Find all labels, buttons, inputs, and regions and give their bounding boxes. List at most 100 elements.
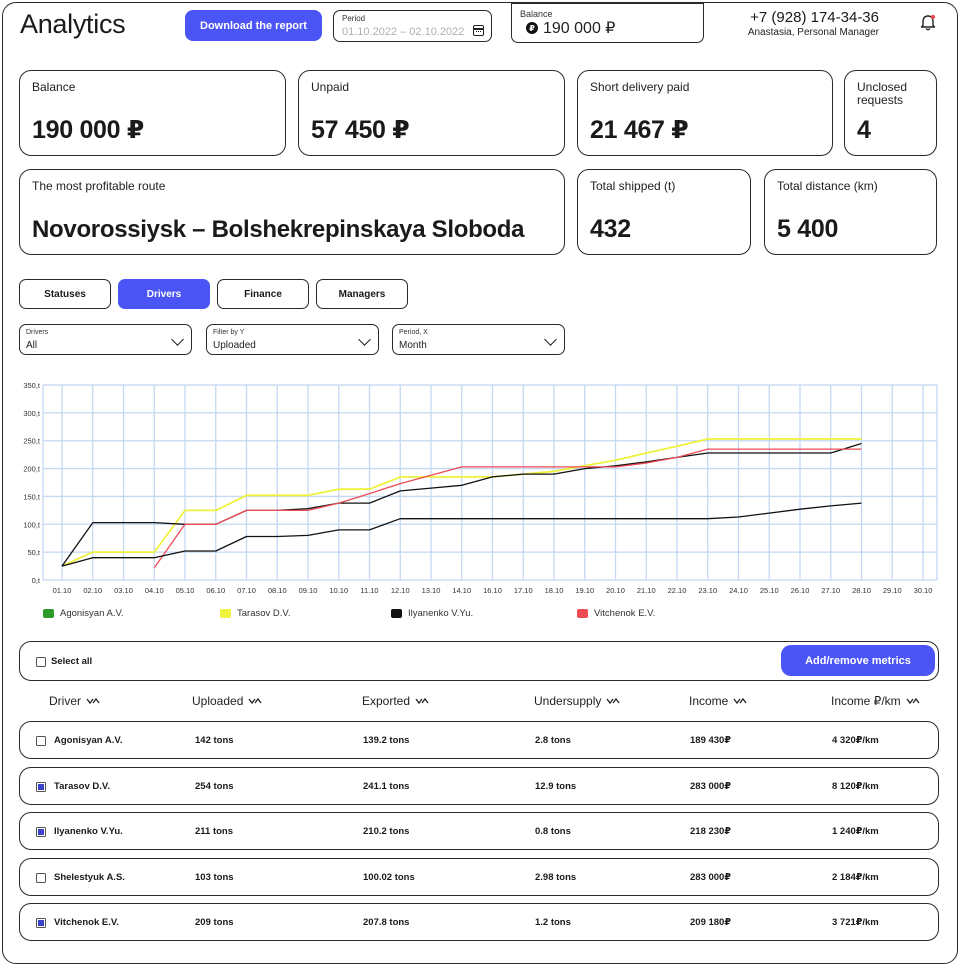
cell-driver: Shelestyuk A.S. <box>54 871 125 883</box>
period-x-value: Month <box>399 340 427 351</box>
cell-exported: 100.02 tons <box>363 871 415 883</box>
balance-card: Balance 190 000 ₽ <box>19 70 286 156</box>
ruble-coin-icon: ₽ <box>526 22 538 34</box>
x-tick-label: 23.10 <box>698 586 717 595</box>
column-header-uploaded[interactable]: Uploaded <box>192 694 262 708</box>
unclosed-requests-value: 4 <box>857 116 871 144</box>
x-tick-label: 17.10 <box>514 586 533 595</box>
sort-icon[interactable] <box>606 697 620 705</box>
filter-y-label: Filter by Y <box>213 329 245 336</box>
cell-undersupply: 1.2 tons <box>535 917 571 928</box>
row-checkbox[interactable] <box>36 736 46 746</box>
sort-icon[interactable] <box>248 697 262 705</box>
period-label: Period <box>342 14 366 23</box>
legend-swatch <box>43 609 54 618</box>
download-report-button[interactable]: Download the report <box>185 10 322 41</box>
table-toolbar: Select all Add/remove metrics <box>19 641 939 681</box>
table-row[interactable]: Tarasov D.V. 254 tons 241.1 tons 12.9 tons 2… <box>19 766 939 805</box>
period-picker[interactable]: Period 01.10.2022 – 02.10.2022 <box>333 10 492 42</box>
cell-driver: Tarasov D.V. <box>54 780 110 792</box>
drivers-select-label: Drivers <box>26 329 49 336</box>
cell-exported: 241.1 tons <box>363 780 410 792</box>
drivers-select[interactable]: Drivers All <box>19 324 192 355</box>
total-shipped-card: Total shipped (t) 432 <box>577 169 751 255</box>
x-tick-label: 01.10 <box>53 586 72 595</box>
unclosed-requests-card: Unclosed requests 4 <box>844 70 937 156</box>
sort-icon[interactable] <box>415 697 429 705</box>
legend-label: Ilyanenko V.Yu. <box>408 608 474 619</box>
manager-phone[interactable]: +7 (928) 174-34-36 <box>750 9 879 26</box>
column-header-undersupply[interactable]: Undersupply <box>534 694 620 708</box>
tab-managers[interactable]: Managers <box>316 279 408 309</box>
unpaid-card-label: Unpaid <box>311 80 350 94</box>
row-checkbox[interactable] <box>36 781 46 792</box>
chevron-down-icon <box>358 333 371 346</box>
sort-icon[interactable] <box>733 697 747 705</box>
table-row[interactable]: Vitchenok E.V. 209 tons 207.8 tons 1.2 tons… <box>19 903 939 941</box>
cell-driver: Agonisyan A.V. <box>54 735 123 746</box>
x-tick-label: 13.10 <box>422 586 441 595</box>
x-tick-label: 08.10 <box>268 586 287 595</box>
calendar-icon[interactable] <box>473 25 484 36</box>
table-row[interactable]: Shelestyuk A.S. 103 tons 100.02 tons 2.98 t… <box>19 857 939 896</box>
x-tick-label: 21.10 <box>637 586 656 595</box>
sort-icon[interactable] <box>86 697 100 705</box>
drivers-line-chart: 0,t 50,t 100,t 150,t 200,t 250,t 300,t 350,t 01.… <box>23 381 938 595</box>
add-remove-metrics-button[interactable]: Add/remove metrics <box>781 645 935 676</box>
x-tick-label: 20.10 <box>606 586 625 595</box>
filter-y-select[interactable]: Filter by Y Uploaded <box>206 324 379 355</box>
x-tick-label: 10.10 <box>329 586 348 595</box>
short-delivery-value: 21 467 ₽ <box>590 116 689 144</box>
x-tick-label: 09.10 <box>299 586 318 595</box>
cell-exported: 139.2 tons <box>363 735 410 746</box>
x-tick-label: 22.10 <box>668 586 687 595</box>
select-all-checkbox[interactable]: Select all <box>36 656 92 667</box>
column-header-exported[interactable]: Exported <box>362 694 429 708</box>
column-header-income[interactable]: Income <box>689 694 747 708</box>
cell-uploaded: 142 tons <box>195 735 234 746</box>
cell-exported: 207.8 tons <box>363 917 410 928</box>
tab-statuses[interactable]: Statuses <box>19 279 111 309</box>
column-header-income-per-km[interactable]: Income ₽/km <box>831 694 920 708</box>
x-tick-label: 14.10 <box>452 586 471 595</box>
chevron-down-icon <box>171 333 184 346</box>
row-checkbox[interactable] <box>36 918 46 928</box>
tab-finance[interactable]: Finance <box>217 279 309 309</box>
cell-income: 283 000₽ <box>690 871 731 883</box>
table-row[interactable]: Agonisyan A.V. 142 tons 139.2 tons 2.8 tons… <box>19 721 939 759</box>
checkbox[interactable] <box>36 656 46 667</box>
legend-item-agonisyan: Agonisyan A.V. <box>43 608 124 619</box>
y-tick-label: 100,t <box>23 520 41 529</box>
y-tick-label: 0,t <box>32 576 41 585</box>
row-checkbox[interactable] <box>36 872 46 883</box>
y-tick-label: 300,t <box>23 409 41 418</box>
period-x-select[interactable]: Period, X Month <box>392 324 565 355</box>
x-tick-label: 11.10 <box>360 586 378 595</box>
balance-card-label: Balance <box>32 80 76 94</box>
notification-bell-icon[interactable] <box>920 14 936 32</box>
table-row[interactable]: Ilyanenko V.Yu. 211 tons 210.2 tons 0.8 ton… <box>19 812 939 850</box>
x-tick-label: 03.10 <box>114 586 133 595</box>
profitable-route-card: The most profitable route Novorossiysk –… <box>19 169 565 255</box>
y-tick-label: 50,t <box>27 548 40 557</box>
short-delivery-label: Short delivery paid <box>590 80 690 94</box>
column-header-driver[interactable]: Driver <box>49 694 100 708</box>
balance-card-value: 190 000 ₽ <box>32 116 145 144</box>
cell-undersupply: 2.8 tons <box>535 735 571 746</box>
total-shipped-value: 432 <box>590 215 631 243</box>
select-all-label: Select all <box>51 656 93 667</box>
x-tick-label: 24.10 <box>729 586 748 595</box>
legend-item-vitchenok: Vitchenok E.V. <box>577 608 655 619</box>
x-tick-label: 26.10 <box>791 586 810 595</box>
sort-icon[interactable] <box>906 697 920 705</box>
cell-income-per-km: 1 240₽/km <box>832 826 879 837</box>
cell-uploaded: 103 tons <box>195 871 234 883</box>
row-checkbox[interactable] <box>36 827 46 837</box>
cell-income-per-km: 4 320₽/km <box>832 735 879 746</box>
cell-income-per-km: 3 721₽/km <box>832 917 879 928</box>
y-tick-label: 200,t <box>23 465 41 474</box>
tab-drivers[interactable]: Drivers <box>118 279 210 309</box>
cell-uploaded: 209 tons <box>195 917 234 928</box>
x-tick-label: 05.10 <box>176 586 195 595</box>
unpaid-card: Unpaid 57 450 ₽ <box>298 70 565 156</box>
